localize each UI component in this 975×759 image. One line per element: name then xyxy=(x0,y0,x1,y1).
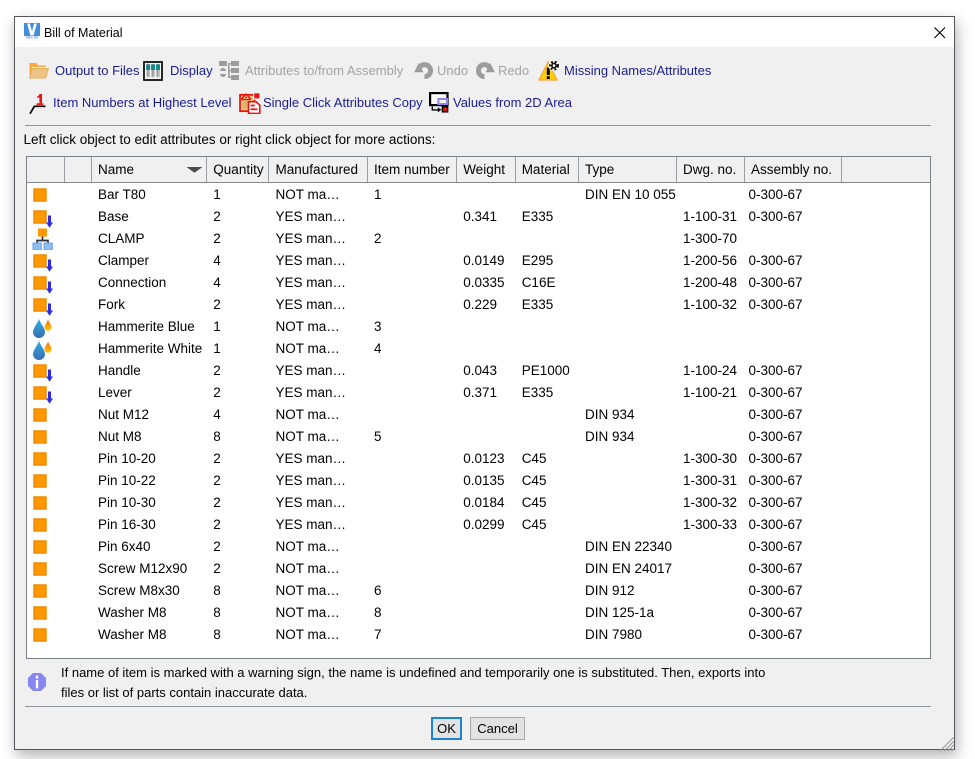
svg-text:VariCAD: VariCAD xyxy=(26,36,39,39)
